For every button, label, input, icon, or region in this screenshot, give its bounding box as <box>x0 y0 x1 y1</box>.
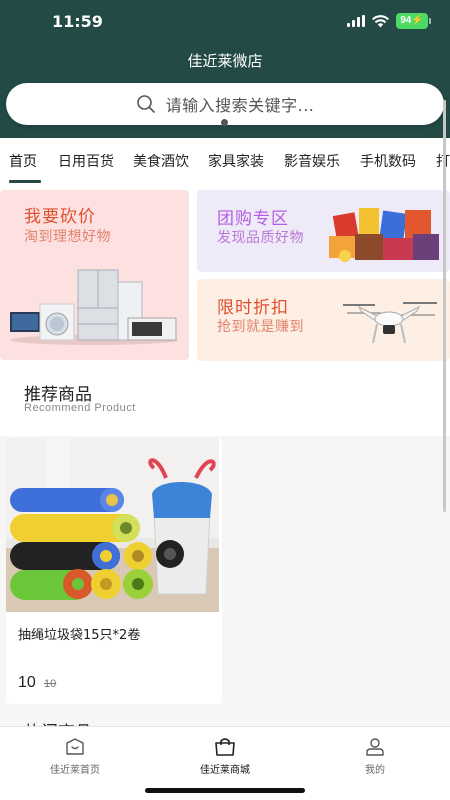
product-card[interactable]: 抽绳垃圾袋15只*2卷 10 10 <box>6 438 222 704</box>
product-original-price: 10 <box>44 678 57 690</box>
tabbar-home[interactable]: 佳近莱首页 <box>0 737 150 776</box>
drone-image <box>343 302 437 344</box>
tab-digital[interactable]: 手机数码 <box>360 151 416 171</box>
bargain-title: 我要砍价 <box>24 207 96 227</box>
group-buy-subtitle: 发现品质好物 <box>217 230 304 246</box>
status-bar: 11:59 94⚡ <box>0 0 450 44</box>
discount-subtitle: 抢到就是赚到 <box>217 319 304 335</box>
tabbar-mall[interactable]: 佳近莱商城 <box>150 737 300 776</box>
shopping-bag-icon <box>215 738 235 756</box>
home-indicator <box>145 788 305 793</box>
tab-furniture[interactable]: 家具家装 <box>208 151 264 171</box>
discount-card[interactable]: 限时折扣 抢到就是赚到 <box>197 279 450 361</box>
group-buy-card[interactable]: 团购专区 发现品质好物 <box>197 190 450 272</box>
tabbar-home-label: 佳近莱首页 <box>50 765 100 776</box>
home-icon <box>66 738 84 755</box>
search-input[interactable]: 请输入搜索关键字... <box>6 83 444 126</box>
carousel-indicator <box>221 119 228 126</box>
tab-daily-goods[interactable]: 日用百货 <box>58 151 114 171</box>
garbage-bags-image <box>6 438 219 612</box>
product-price: 10 <box>18 674 36 691</box>
group-buy-title: 团购专区 <box>217 209 289 229</box>
snacks-image <box>329 208 439 262</box>
appliances-image <box>10 269 178 345</box>
bargain-card[interactable]: 我要砍价 淘到理想好物 <box>0 190 189 360</box>
wifi-icon <box>372 14 389 27</box>
status-time: 11:59 <box>52 12 103 31</box>
app-header: 11:59 94⚡ 佳近莱微店 请输入搜索关键字... <box>0 0 450 138</box>
search-placeholder: 请输入搜索关键字... <box>165 96 315 115</box>
tabbar-profile-label: 我的 <box>365 765 385 776</box>
product-image <box>6 438 219 612</box>
recommend-header: 推荐商品 Recommend Product <box>0 372 450 436</box>
tabbar-profile[interactable]: 我的 <box>300 737 450 776</box>
tab-entertainment[interactable]: 影音娱乐 <box>284 151 340 171</box>
tabbar-mall-label: 佳近莱商城 <box>200 765 250 776</box>
bargain-subtitle: 淘到理想好物 <box>24 229 111 245</box>
battery-icon: 94⚡ <box>396 13 431 29</box>
scrollbar[interactable] <box>443 100 446 512</box>
tab-food-drinks[interactable]: 美食酒饮 <box>133 151 189 171</box>
status-icons: 94⚡ <box>347 13 431 29</box>
product-name: 抽绳垃圾袋15只*2卷 <box>18 628 141 643</box>
recommend-subtitle: Recommend Product <box>24 402 136 414</box>
tab-home[interactable]: 首页 <box>9 151 37 171</box>
user-icon <box>366 738 384 756</box>
active-tab-indicator <box>9 180 41 183</box>
discount-title: 限时折扣 <box>217 298 289 318</box>
cellular-signal-icon <box>347 15 365 27</box>
battery-level: 94 <box>400 15 412 26</box>
shop-title: 佳近莱微店 <box>187 52 263 70</box>
category-tabs: 首页 日用百货 美食酒饮 家具家装 影音娱乐 手机数码 打 <box>0 138 450 184</box>
search-icon <box>136 95 155 113</box>
